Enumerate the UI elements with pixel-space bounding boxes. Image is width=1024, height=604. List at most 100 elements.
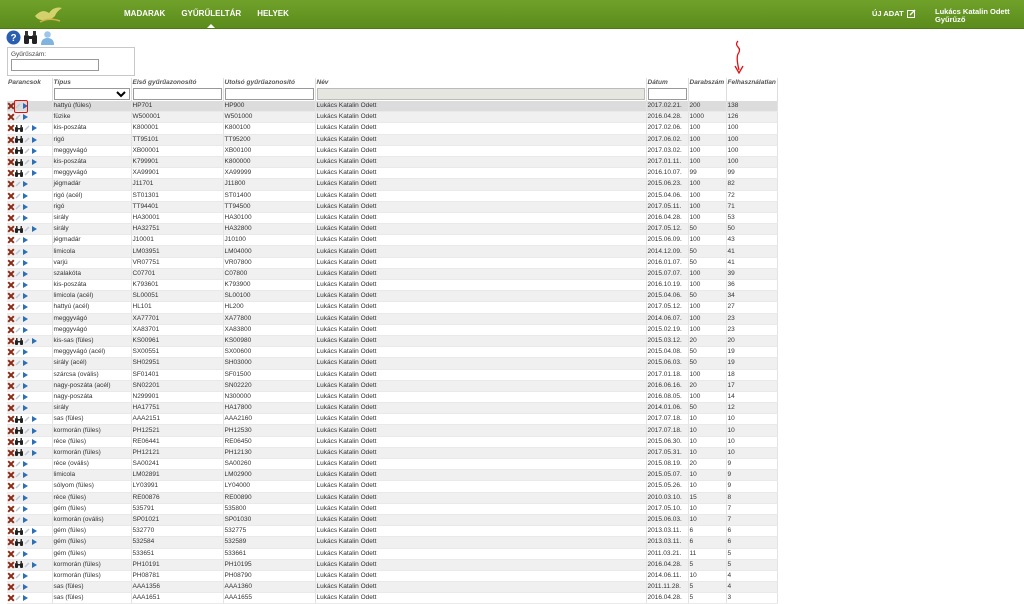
edit-pencil-icon[interactable] bbox=[15, 394, 21, 400]
table-row[interactable]: meggyvágó XA99901 XA99999 Lukács Katalin Od… bbox=[7, 167, 778, 180]
play-icon[interactable] bbox=[23, 461, 28, 468]
date-filter-input[interactable] bbox=[647, 88, 687, 100]
bird-logo-icon[interactable] bbox=[32, 2, 66, 26]
delete-icon[interactable] bbox=[8, 394, 14, 400]
table-row[interactable]: kormorán (füles) PH12521 PH12530 Lukács Kat… bbox=[7, 424, 778, 437]
column-header-name[interactable]: Név bbox=[315, 78, 647, 87]
table-row[interactable]: sirály (acél) SH02951 SH03000 Lukács Katali… bbox=[7, 357, 778, 370]
table-row[interactable]: sirály HA30001 HA30100 Lukács Katalin Odett… bbox=[7, 212, 778, 225]
new-data-button[interactable]: ÚJ ADAT bbox=[872, 9, 916, 18]
play-icon[interactable] bbox=[23, 371, 28, 378]
table-row[interactable]: hattyú (füles) HP701 HP900 Lukács Katalin O… bbox=[7, 101, 778, 113]
delete-icon[interactable] bbox=[8, 517, 14, 523]
delete-icon[interactable] bbox=[8, 327, 14, 333]
delete-icon[interactable] bbox=[8, 249, 14, 255]
play-icon[interactable] bbox=[32, 438, 37, 445]
play-icon[interactable] bbox=[32, 416, 37, 423]
edit-pencil-icon[interactable] bbox=[24, 539, 30, 545]
table-row[interactable]: sas (füles) AAA2151 AAA2160 Lukács Katalin … bbox=[7, 413, 778, 426]
delete-icon[interactable] bbox=[8, 573, 14, 579]
table-row[interactable]: jégmadár J11701 J11800 Lukács Katalin Odett… bbox=[7, 178, 778, 191]
play-icon[interactable] bbox=[23, 483, 28, 490]
edit-pencil-icon[interactable] bbox=[15, 461, 21, 467]
play-icon[interactable] bbox=[32, 427, 37, 434]
delete-icon[interactable] bbox=[8, 193, 14, 199]
delete-icon[interactable] bbox=[8, 495, 14, 501]
binoculars-icon[interactable] bbox=[15, 427, 23, 435]
play-icon[interactable] bbox=[23, 315, 28, 322]
play-icon[interactable] bbox=[23, 214, 28, 221]
table-row[interactable]: kormorán (füles) PH08781 PH08790 Lukács Kat… bbox=[7, 570, 778, 583]
play-icon[interactable] bbox=[23, 181, 28, 188]
play-icon[interactable] bbox=[23, 349, 28, 356]
play-icon[interactable] bbox=[23, 203, 28, 210]
binoculars-icon[interactable] bbox=[23, 30, 38, 45]
edit-pencil-icon[interactable] bbox=[24, 528, 30, 534]
edit-pencil-icon[interactable] bbox=[24, 159, 30, 165]
play-icon[interactable] bbox=[23, 282, 28, 289]
delete-icon[interactable] bbox=[8, 506, 14, 512]
edit-pencil-icon[interactable] bbox=[15, 349, 21, 355]
delete-icon[interactable] bbox=[8, 528, 14, 534]
column-header-first-ring[interactable]: Első gyűrűazonosító bbox=[131, 78, 224, 87]
edit-pencil-icon[interactable] bbox=[24, 125, 30, 131]
table-row[interactable]: sirály HA32751 HA32800 Lukács Katalin Odett… bbox=[7, 223, 778, 236]
table-row[interactable]: sirály HA17751 HA17800 Lukács Katalin Odett… bbox=[7, 402, 778, 415]
delete-icon[interactable] bbox=[8, 450, 14, 456]
type-filter-select[interactable] bbox=[53, 88, 130, 100]
nav-item-birds[interactable]: MADARAK bbox=[118, 0, 171, 28]
table-row[interactable]: limicola LM02891 LM02900 Lukács Katalin Ode… bbox=[7, 469, 778, 482]
edit-pencil-icon[interactable] bbox=[15, 249, 21, 255]
help-icon[interactable]: ? bbox=[6, 30, 21, 45]
delete-icon[interactable] bbox=[8, 428, 14, 434]
column-header-count[interactable]: Darabszám bbox=[688, 78, 727, 87]
binoculars-icon[interactable] bbox=[15, 124, 23, 132]
edit-pencil-icon[interactable] bbox=[24, 148, 30, 154]
table-row[interactable]: rigó TT94401 TT94500 Lukács Katalin Odett 20… bbox=[7, 201, 778, 213]
user-icon[interactable] bbox=[40, 30, 55, 45]
edit-pencil-icon[interactable] bbox=[24, 562, 30, 568]
play-icon[interactable] bbox=[23, 248, 28, 255]
delete-icon[interactable] bbox=[8, 483, 14, 489]
edit-pencil-icon[interactable] bbox=[15, 215, 21, 221]
nav-item-ring-inventory[interactable]: GYŰRŰLELTÁR bbox=[175, 0, 247, 28]
table-row[interactable]: meggyvágó XA83701 XA83800 Lukács Katalin Od… bbox=[7, 324, 778, 336]
delete-icon[interactable] bbox=[8, 282, 14, 288]
play-icon[interactable] bbox=[23, 517, 28, 524]
play-icon[interactable] bbox=[23, 595, 28, 602]
delete-icon[interactable] bbox=[8, 439, 14, 445]
table-row[interactable]: kis-poszáta K793601 K793900 Lukács Katalin … bbox=[7, 279, 778, 292]
edit-pencil-icon[interactable] bbox=[15, 181, 21, 187]
user-info[interactable]: Lukács Katalin Odett Gyűrűző bbox=[935, 8, 1010, 24]
column-header-commands[interactable]: Parancsok bbox=[7, 78, 53, 87]
delete-icon[interactable] bbox=[8, 304, 14, 310]
edit-pencil-icon[interactable] bbox=[15, 483, 21, 489]
table-row[interactable]: gém (füles) 535791 535800 Lukács Katalin Od… bbox=[7, 503, 778, 515]
column-header-date[interactable]: Dátum bbox=[646, 78, 689, 87]
edit-pencil-icon[interactable] bbox=[15, 506, 21, 512]
edit-pencil-icon[interactable] bbox=[15, 573, 21, 579]
delete-icon[interactable] bbox=[8, 372, 14, 378]
table-row[interactable]: gém (füles) 532770 532775 Lukács Katalin Od… bbox=[7, 525, 778, 538]
table-row[interactable]: nagy-poszáta (acél) SN02201 SN02220 Lukács … bbox=[7, 380, 778, 392]
play-icon[interactable] bbox=[23, 405, 28, 412]
table-row[interactable]: kormorán (füles) PH10191 PH10195 Lukács Kat… bbox=[7, 559, 778, 571]
edit-pencil-icon[interactable] bbox=[15, 584, 21, 590]
delete-icon[interactable] bbox=[8, 237, 14, 243]
edit-pencil-icon[interactable] bbox=[24, 170, 30, 176]
last-ring-filter-input[interactable] bbox=[224, 88, 314, 100]
delete-icon[interactable] bbox=[8, 226, 14, 232]
edit-pencil-icon[interactable] bbox=[15, 260, 21, 266]
edit-pencil-icon[interactable] bbox=[15, 237, 21, 243]
play-icon[interactable] bbox=[23, 259, 28, 266]
edit-pencil-icon[interactable] bbox=[15, 282, 21, 288]
binoculars-icon[interactable] bbox=[15, 527, 23, 535]
play-icon[interactable] bbox=[23, 293, 28, 300]
table-row[interactable]: réce (füles) RE06441 RE06450 Lukács Katalin… bbox=[7, 436, 778, 448]
delete-icon[interactable] bbox=[8, 539, 14, 545]
binoculars-icon[interactable] bbox=[15, 225, 23, 233]
edit-pencil-icon[interactable] bbox=[15, 360, 21, 366]
play-icon[interactable] bbox=[32, 125, 37, 132]
play-icon[interactable] bbox=[32, 136, 37, 143]
column-header-unused[interactable]: Felhasználatlan bbox=[726, 78, 778, 87]
